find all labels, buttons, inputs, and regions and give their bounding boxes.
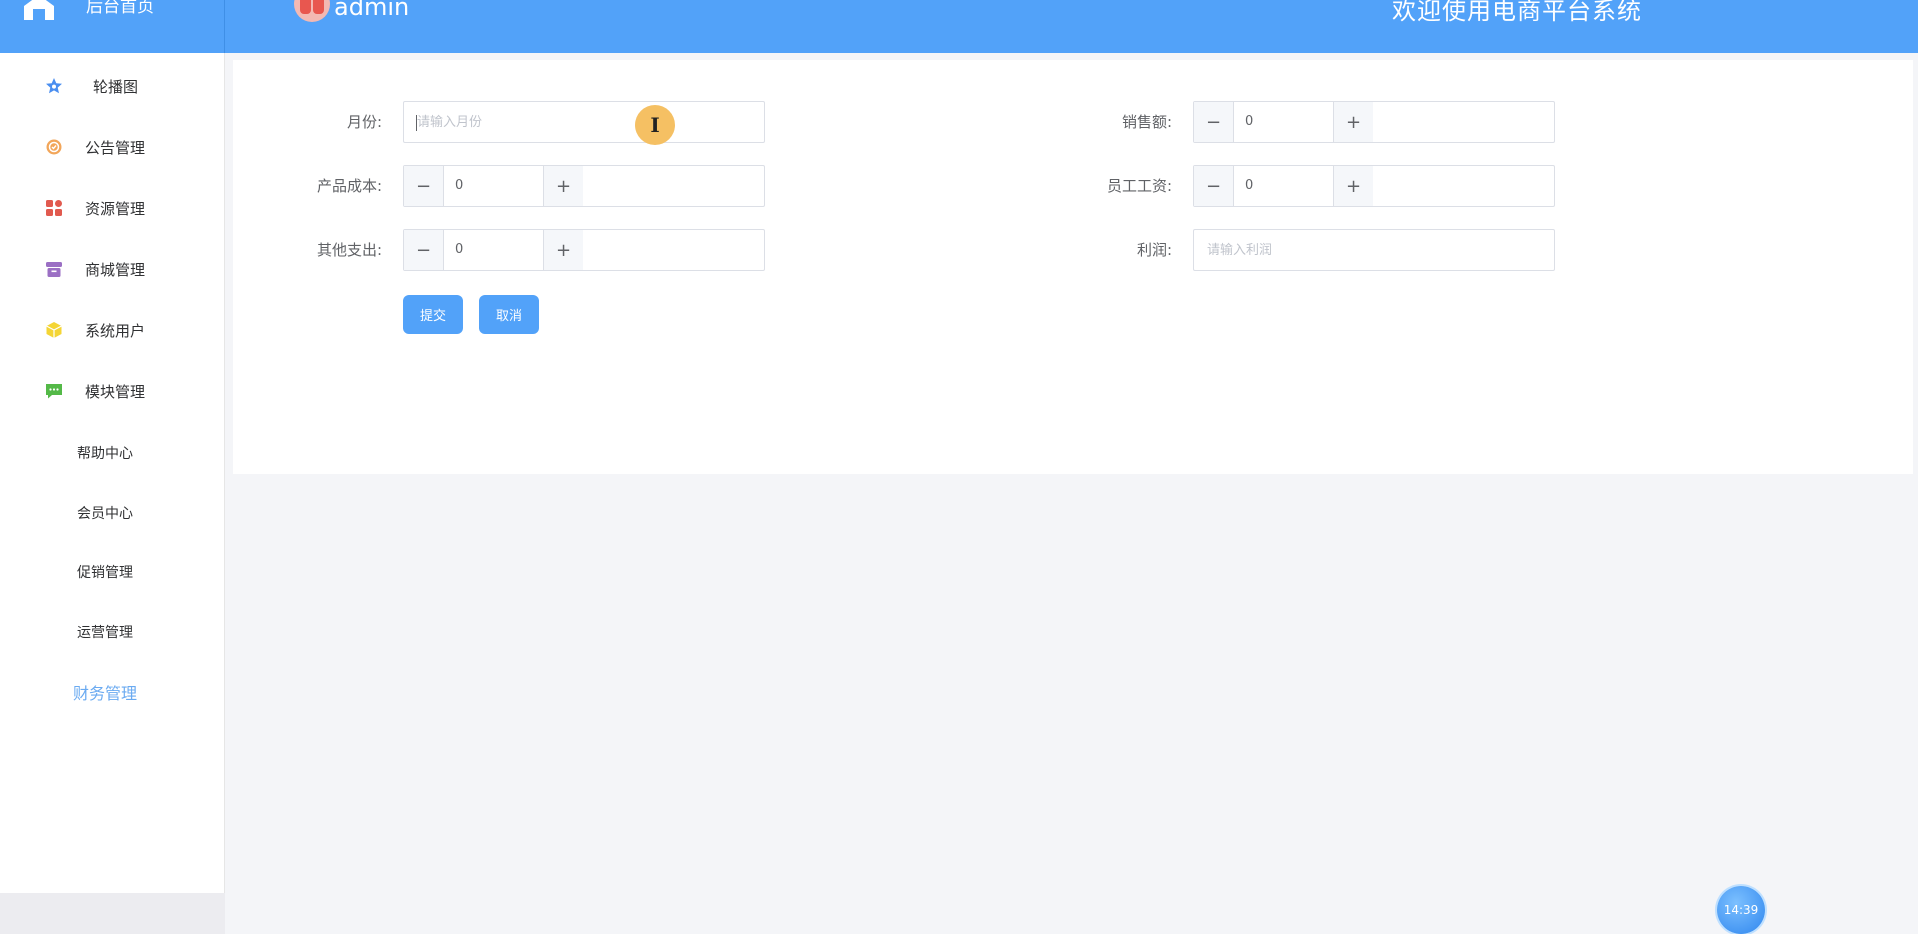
- staff-salary-decrement-button[interactable]: −: [1194, 166, 1234, 206]
- sales-label: 销售额:: [1121, 113, 1172, 131]
- sidebar-subitem-members[interactable]: 会员中心: [0, 493, 225, 533]
- sales-decrement-button[interactable]: −: [1194, 102, 1234, 142]
- submit-button[interactable]: 提交: [403, 295, 463, 334]
- sidebar-subitem-label: 会员中心: [77, 506, 133, 522]
- profit-input[interactable]: [1193, 229, 1555, 271]
- sales-increment-button[interactable]: +: [1333, 102, 1373, 142]
- sidebar-subitem-operations[interactable]: 运营管理: [0, 612, 225, 652]
- staff-salary-increment-button[interactable]: +: [1333, 166, 1373, 206]
- sidebar-item-label: 商城管理: [85, 260, 146, 279]
- staff-salary-label: 员工工资:: [1106, 177, 1172, 195]
- grid-icon: [45, 199, 63, 217]
- product-cost-stepper[interactable]: − 0 +: [403, 165, 765, 207]
- other-expense-decrement-button[interactable]: −: [404, 230, 444, 270]
- sales-stepper[interactable]: − 0 +: [1193, 101, 1555, 143]
- sidebar-item-resources[interactable]: 资源管理: [0, 188, 225, 228]
- sidebar-item-label: 轮播图: [93, 77, 139, 96]
- sidebar-item-label: 资源管理: [85, 199, 146, 218]
- welcome-title: 欢迎使用电商平台系统: [1392, 0, 1642, 25]
- sidebar-item-label: 公告管理: [85, 138, 146, 157]
- product-cost-increment-button[interactable]: +: [543, 166, 583, 206]
- badge-icon: [45, 138, 63, 156]
- sidebar-item-label: 模块管理: [85, 382, 146, 401]
- product-cost-label: 产品成本:: [316, 177, 382, 195]
- top-header: 后台首页 admin 欢迎使用电商平台系统: [0, 0, 1918, 53]
- text-caret: [416, 115, 417, 131]
- staff-salary-value[interactable]: 0: [1234, 166, 1333, 206]
- product-cost-decrement-button[interactable]: −: [404, 166, 444, 206]
- sidebar-subitem-finance[interactable]: 财务管理: [0, 672, 225, 712]
- profit-label: 利润:: [1136, 241, 1172, 259]
- sales-value[interactable]: 0: [1234, 102, 1333, 142]
- sidebar-footer: [0, 893, 225, 934]
- sidebar-item-modules[interactable]: 模块管理: [0, 371, 225, 411]
- user-menu[interactable]: admin: [294, 0, 409, 22]
- mouse-cursor-icon: I: [635, 105, 675, 145]
- username: admin: [334, 0, 410, 21]
- home-label: 后台首页: [86, 0, 154, 17]
- cancel-button[interactable]: 取消: [479, 295, 539, 334]
- sidebar-item-mall[interactable]: 商城管理: [0, 249, 225, 289]
- box-icon: [45, 260, 63, 278]
- sidebar-subitem-label: 财务管理: [73, 684, 138, 703]
- sidebar-subitem-help[interactable]: 帮助中心: [0, 433, 225, 473]
- sidebar-subitem-promotion[interactable]: 促销管理: [0, 552, 225, 592]
- chat-icon: [45, 382, 63, 400]
- avatar: [294, 0, 330, 22]
- staff-salary-stepper[interactable]: − 0 +: [1193, 165, 1555, 207]
- sidebar: 轮播图 公告管理 资源管理 商城管理 系统用户 模块管理 帮助中心 会员中心 促…: [0, 53, 225, 893]
- sidebar-item-carousel[interactable]: 轮播图: [0, 66, 225, 106]
- sidebar-subitem-label: 运营管理: [77, 625, 133, 641]
- home-icon: [21, 0, 57, 20]
- month-input[interactable]: [403, 101, 765, 143]
- product-cost-value[interactable]: 0: [444, 166, 543, 206]
- other-expense-label: 其他支出:: [316, 241, 382, 259]
- sidebar-item-label: 系统用户: [85, 321, 146, 340]
- home-link[interactable]: 后台首页: [0, 0, 225, 53]
- month-label: 月份:: [346, 113, 382, 131]
- sidebar-subitem-label: 促销管理: [77, 565, 133, 581]
- sidebar-subitem-label: 帮助中心: [77, 446, 133, 462]
- sidebar-item-system-users[interactable]: 系统用户: [0, 310, 225, 350]
- sidebar-item-notice[interactable]: 公告管理: [0, 127, 225, 167]
- clock-badge[interactable]: 14:39: [1717, 886, 1765, 934]
- cube-icon: [45, 321, 63, 339]
- other-expense-value[interactable]: 0: [444, 230, 543, 270]
- star-icon: [45, 77, 63, 95]
- other-expense-stepper[interactable]: − 0 +: [403, 229, 765, 271]
- other-expense-increment-button[interactable]: +: [543, 230, 583, 270]
